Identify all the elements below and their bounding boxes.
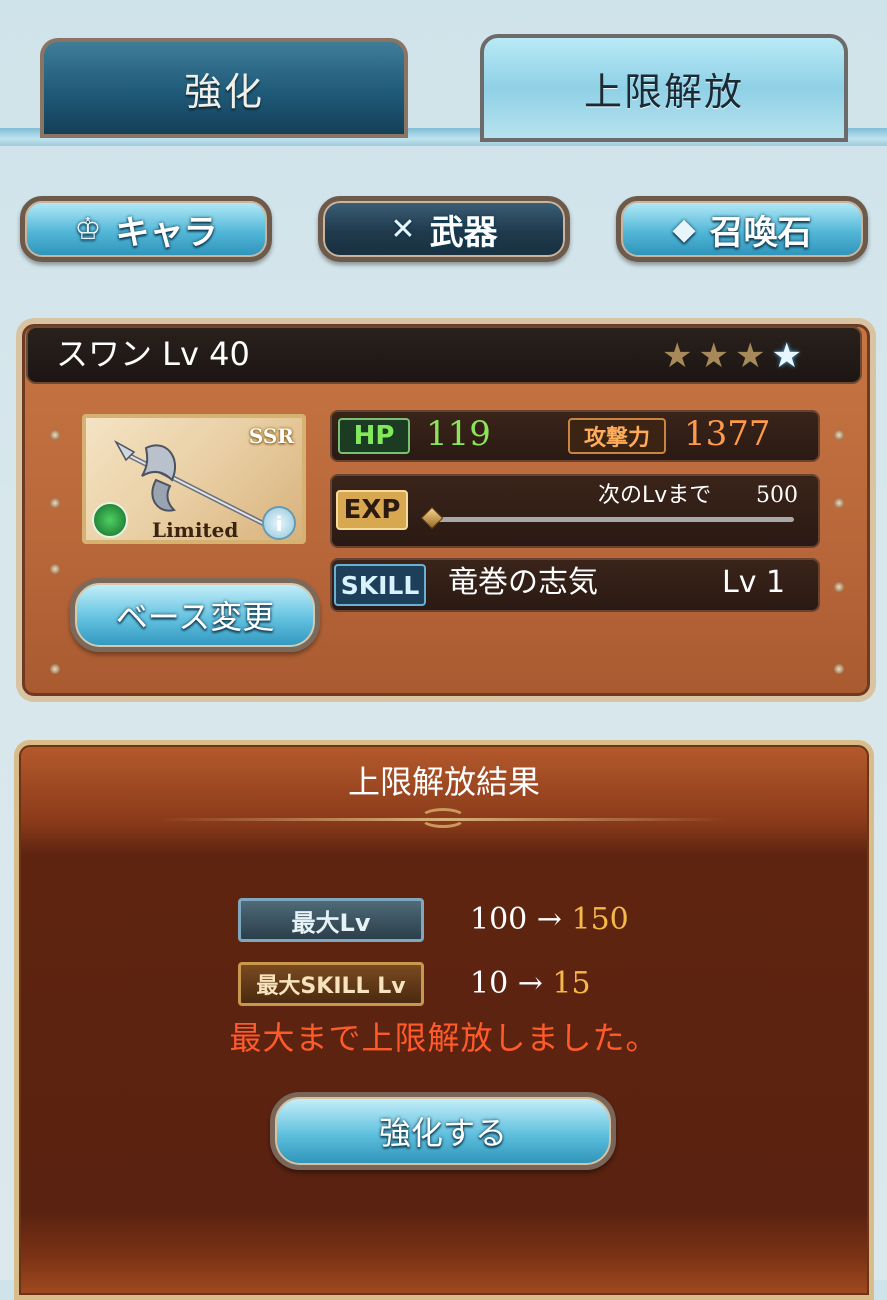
hp-value: 119 <box>426 414 491 454</box>
rivet-decoration <box>50 664 60 674</box>
weapon-name-level: スワン Lv 40 <box>56 335 250 373</box>
skill-label: SKILL <box>334 564 426 606</box>
skill-name: 竜巻の志気 <box>448 565 598 600</box>
enhance-button[interactable]: 強化する <box>270 1092 616 1170</box>
wind-element-icon <box>92 502 128 538</box>
category-weapon-button[interactable]: ✕ 武器 <box>318 196 570 262</box>
uncap-complete-message: 最大まで上限解放しました。 <box>229 1019 659 1057</box>
star-icon: ★ <box>662 336 693 376</box>
rarity-badge: SSR <box>248 424 294 448</box>
rivet-decoration <box>834 582 844 592</box>
rivet-decoration <box>50 430 60 440</box>
rivet-decoration <box>50 498 60 508</box>
category-character-button[interactable]: ♔ キャラ <box>20 196 272 262</box>
rivet-decoration <box>834 664 844 674</box>
max-level-to: 150 <box>571 902 629 937</box>
category-label: 武器 <box>429 212 498 253</box>
rivet-decoration <box>834 430 844 440</box>
character-icon: ♔ <box>74 211 102 247</box>
crossed-swords-icon: ✕ <box>390 211 416 247</box>
star-icon: ★ <box>698 336 729 376</box>
star-icon: ★ <box>734 336 766 376</box>
rivet-decoration <box>834 498 844 508</box>
limited-label: Limited <box>152 518 239 542</box>
max-skill-to: 15 <box>552 966 591 1001</box>
tab-enhance[interactable]: 強化 <box>40 38 408 138</box>
max-skill-level-label: 最大SKILL Lv <box>238 962 424 1006</box>
skill-level: Lv 1 <box>722 565 786 600</box>
attack-value: 1377 <box>684 414 771 454</box>
ornament-decoration <box>420 808 466 828</box>
weapon-thumbnail[interactable]: SSR Limited i <box>82 414 306 544</box>
result-title: 上限解放結果 <box>347 763 540 801</box>
max-level-from: 100 → <box>470 902 562 937</box>
max-skill-level-change: 10 → 15 <box>470 962 591 1006</box>
crystal-icon: ◆ <box>672 211 696 247</box>
category-label: 召喚石 <box>709 212 812 253</box>
attack-label: 攻撃力 <box>568 418 666 454</box>
max-level-label: 最大Lv <box>238 898 424 942</box>
blue-star-icon: ★ <box>771 336 802 376</box>
uncap-stars: ★ ★ ★ ★ <box>662 336 802 376</box>
exp-progress-bar <box>430 517 794 522</box>
next-level-label: 次のLvまで <box>598 483 712 508</box>
tab-uncap[interactable]: 上限解放 <box>480 34 848 142</box>
base-change-button[interactable]: ベース変更 <box>70 578 320 652</box>
info-icon[interactable]: i <box>262 506 296 540</box>
next-level-exp: 500 <box>756 483 798 508</box>
rivet-decoration <box>50 564 60 574</box>
category-label: キャラ <box>115 212 218 253</box>
hp-label: HP <box>338 418 410 454</box>
max-level-change: 100 → 150 <box>470 898 629 942</box>
exp-label: EXP <box>336 490 408 530</box>
max-skill-from: 10 → <box>470 966 543 1001</box>
category-summon-button[interactable]: ◆ 召喚石 <box>616 196 868 262</box>
